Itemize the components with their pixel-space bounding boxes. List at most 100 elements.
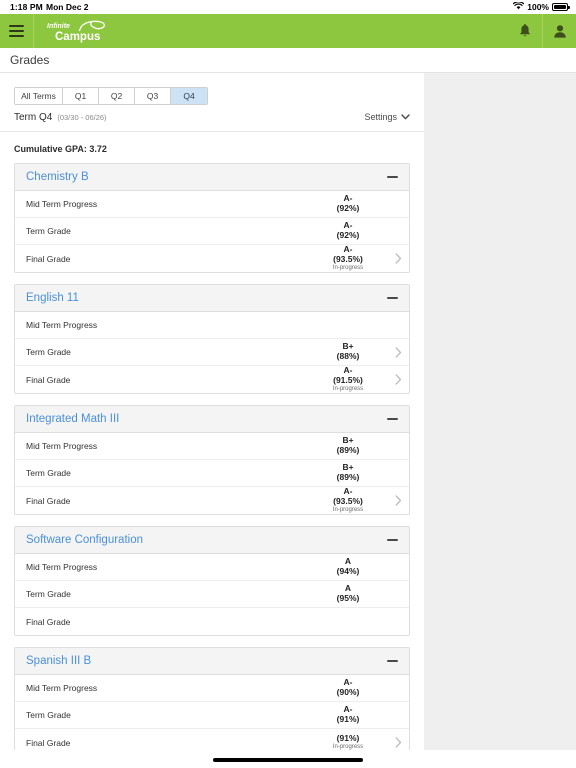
chevron-right-icon[interactable] [387, 253, 409, 264]
hamburger-menu-icon[interactable] [0, 14, 34, 48]
settings-dropdown[interactable]: Settings [364, 112, 410, 122]
ios-status-bar: 1:18 PM Mon Dec 2 100% [0, 0, 576, 14]
grade-row-label: Final Grade [26, 253, 71, 264]
term-name: Term Q4 [14, 112, 53, 123]
page-title: Grades [10, 53, 50, 67]
grade-percent: (92%) [336, 203, 360, 213]
grade-row: Term Grade A (95%) [15, 581, 409, 608]
logo-swoosh-icon [80, 20, 106, 30]
grade-row: Mid Term Progress B+ (89%) [15, 433, 409, 460]
grade-row-label: Mid Term Progress [26, 562, 98, 572]
grade-progress-status: In-progress [332, 264, 364, 271]
chevron-right-icon[interactable] [387, 495, 409, 506]
course-card-header[interactable]: English 11 [15, 285, 409, 312]
page-title-bar: Grades [0, 48, 576, 73]
grade-row[interactable]: Term Grade B+ (88%) [15, 339, 409, 366]
grade-row[interactable]: Final Grade A- (93.5%) In-progress [15, 487, 409, 514]
term-toolbar: All Terms Q1 Q2 Q3 Q4 Term Q4 (03/30 - 06/26… [0, 73, 424, 132]
grade-row-label: Final Grade [26, 616, 71, 627]
battery-icon [552, 3, 570, 11]
grade-percent: (91%) [336, 733, 360, 744]
logo-text-campus: Campus [55, 31, 100, 43]
grade-row[interactable]: Final Grade A- (91.5%) In-progress [15, 366, 409, 393]
user-account-icon[interactable] [542, 14, 576, 48]
grade-row-label: Final Grade [26, 495, 71, 506]
grade-row[interactable]: Final Grade A- (93.5%) In-progress [15, 245, 409, 272]
grade-percent: (88%) [336, 351, 360, 361]
grade-row-label: Mid Term Progress [26, 683, 98, 693]
grade-row-values: A- (91%) [309, 705, 387, 724]
term-tab-q3[interactable]: Q3 [135, 88, 171, 104]
grade-row: Mid Term Progress A (94%) [15, 554, 409, 581]
grade-percent: (89%) [336, 472, 360, 482]
grade-row-label: Mid Term Progress [26, 199, 98, 209]
course-card-header[interactable]: Spanish III B [15, 648, 409, 675]
chevron-right-icon[interactable] [387, 737, 409, 748]
grade-row: Term Grade A- (92%) [15, 218, 409, 245]
term-tab-q1[interactable]: Q1 [63, 88, 99, 104]
course-name: Chemistry B [26, 171, 89, 183]
settings-label: Settings [364, 112, 397, 122]
grade-row-values: B+ (88%) [309, 342, 387, 361]
grade-row-label: Term Grade [26, 468, 71, 478]
main-content-panel: All Terms Q1 Q2 Q3 Q4 Term Q4 (03/30 - 06/26… [0, 73, 424, 768]
grade-row: Term Grade A- (91%) [15, 702, 409, 729]
minus-icon[interactable] [387, 297, 398, 299]
term-tab-group: All Terms Q1 Q2 Q3 Q4 [14, 87, 208, 105]
grade-row-label: Final Grade [26, 737, 71, 748]
grade-row-values: B+ (89%) [309, 436, 387, 455]
app-root: 1:18 PM Mon Dec 2 100% Infinite Campus G… [0, 0, 576, 768]
grade-row-values: A- (92%) [309, 221, 387, 240]
course-card: Integrated Math III Mid Term Progress B+ (8… [14, 405, 410, 515]
course-card-header[interactable]: Chemistry B [15, 164, 409, 191]
home-indicator[interactable] [213, 758, 363, 762]
grade-percent: (93.5%) [333, 495, 363, 506]
term-date-range: (03/30 - 06/26) [57, 113, 107, 122]
bell-icon[interactable] [508, 14, 542, 48]
grade-percent: (91%) [336, 714, 360, 724]
infinite-campus-logo: Infinite Campus [45, 18, 111, 44]
selected-term-line: Term Q4 (03/30 - 06/26) [14, 112, 410, 123]
grade-row: Term Grade B+ (89%) [15, 460, 409, 487]
course-card: Chemistry B Mid Term Progress A- (92%) Term … [14, 163, 410, 273]
course-list: Chemistry B Mid Term Progress A- (92%) Term … [0, 163, 424, 757]
minus-icon[interactable] [387, 418, 398, 420]
term-tab-q4[interactable]: Q4 [171, 88, 207, 104]
cumulative-gpa: Cumulative GPA: 3.72 [14, 144, 107, 154]
grade-row-values: A- (93.5%) In-progress [309, 487, 387, 513]
course-card-header[interactable]: Integrated Math III [15, 406, 409, 433]
status-right-cluster: 100% [513, 1, 570, 12]
status-date: Mon Dec 2 [46, 2, 89, 12]
course-card: Software Configuration Mid Term Progress A… [14, 526, 410, 636]
grade-row-label: Term Grade [26, 347, 71, 357]
chevron-right-icon[interactable] [387, 346, 409, 358]
grade-percent: (95%) [336, 593, 360, 603]
term-tab-q2[interactable]: Q2 [99, 88, 135, 104]
wifi-icon [513, 1, 525, 12]
grade-percent: (94%) [336, 566, 360, 576]
grade-percent: (91.5%) [333, 374, 363, 385]
logo-text-infinite: Infinite [47, 23, 70, 30]
grade-row: Mid Term Progress A- (90%) [15, 675, 409, 702]
minus-icon[interactable] [387, 660, 398, 662]
chevron-right-icon[interactable] [387, 374, 409, 385]
chevron-down-icon [401, 112, 410, 122]
status-time: 1:18 PM [10, 2, 43, 12]
grade-progress-status: In-progress [332, 385, 364, 392]
grade-row-label: Term Grade [26, 710, 71, 720]
course-card-header[interactable]: Software Configuration [15, 527, 409, 554]
minus-icon[interactable] [387, 176, 398, 178]
minus-icon[interactable] [387, 539, 398, 541]
grade-progress-status: In-progress [332, 506, 364, 513]
grade-row-values: A- (93.5%) In-progress [309, 245, 387, 271]
course-name: Spanish III B [26, 655, 92, 667]
grade-row-values: (91%) In-progress [309, 734, 387, 751]
grade-row-values: A- (91.5%) In-progress [309, 366, 387, 392]
grade-row-label: Term Grade [26, 226, 71, 236]
course-name: Software Configuration [26, 534, 143, 546]
grade-row: Final Grade [15, 608, 409, 635]
term-tab-all-terms[interactable]: All Terms [15, 88, 63, 104]
course-name: Integrated Math III [26, 413, 120, 425]
grade-row-label: Final Grade [26, 374, 71, 385]
course-card: English 11 Mid Term Progress Term Grade B+(… [14, 284, 410, 394]
